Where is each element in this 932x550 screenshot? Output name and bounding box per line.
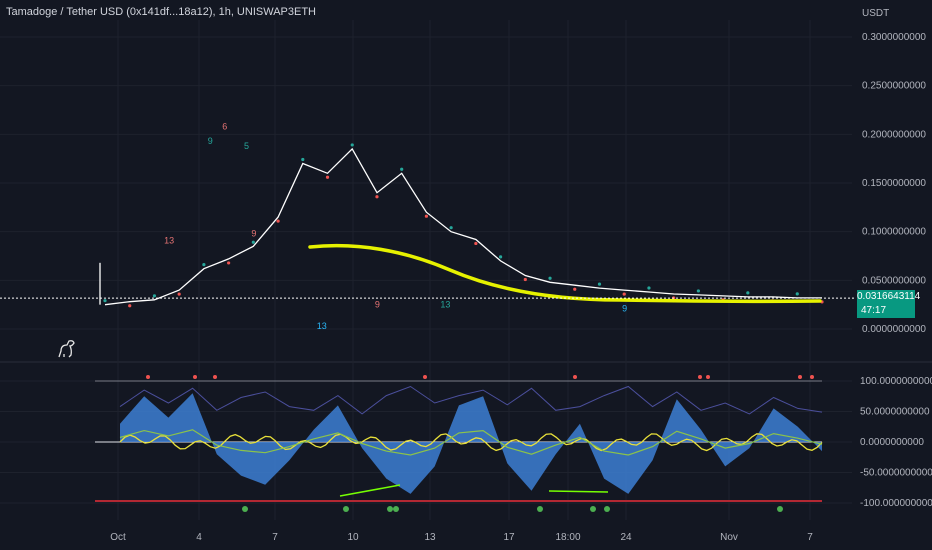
oversold-dot xyxy=(604,506,610,512)
oversold-dot xyxy=(537,506,543,512)
divergence-line xyxy=(339,484,401,497)
price-point xyxy=(597,282,602,286)
osc-tick-label: 100.0000000000 xyxy=(860,376,932,387)
overbought-dot xyxy=(798,375,802,379)
price-point xyxy=(202,263,206,267)
price-tick-label: 0.2000000000 xyxy=(862,129,926,140)
time-tick-label: 7 xyxy=(272,532,278,543)
count-annotation: 5 xyxy=(244,141,249,151)
price-point xyxy=(523,277,527,282)
oversold-dot xyxy=(777,506,783,512)
count-annotation: 6 xyxy=(222,121,227,131)
price-tick-label: 0.1000000000 xyxy=(862,227,926,238)
overbought-dot xyxy=(573,375,577,379)
count-annotation: 13 xyxy=(440,300,450,310)
osc-tick-label: -100.0000000000 xyxy=(860,498,932,509)
divergence-line xyxy=(548,490,609,493)
price-point xyxy=(474,241,478,246)
price-point xyxy=(251,240,255,244)
price-tick-label: 0.0500000000 xyxy=(862,275,926,286)
price-point xyxy=(622,292,626,296)
osc-tick-label: -50.0000000000 xyxy=(860,468,932,479)
osc-tick-label: 0.0000000000 xyxy=(860,437,924,448)
overbought-dot xyxy=(810,375,814,379)
price-point xyxy=(128,304,132,308)
time-tick-label: 7 xyxy=(807,532,813,543)
count-annotation: 9 xyxy=(251,229,256,239)
price-point xyxy=(375,195,379,199)
oversold-dot xyxy=(590,506,596,512)
trend-drawing xyxy=(308,243,822,304)
price-point xyxy=(548,276,552,280)
overbought-dot xyxy=(193,375,197,379)
dino-logo-icon xyxy=(58,340,75,358)
time-tick-label: 4 xyxy=(196,532,202,543)
price-point xyxy=(227,261,231,265)
price-tick-label: 0.2500000000 xyxy=(862,81,926,92)
overbought-dot xyxy=(698,375,702,379)
price-axis: 0.3000000000 0.2500000000 0.2000000000 0.15… xyxy=(860,32,932,509)
overbought-dot xyxy=(423,375,427,379)
price-point xyxy=(746,291,750,295)
price-point xyxy=(177,292,181,296)
price-point xyxy=(400,167,404,171)
bar-countdown: 47:17 xyxy=(857,304,915,318)
symbol-title[interactable]: Tamadoge / Tether USD (0x141df...18a12),… xyxy=(6,6,316,18)
osc-tick-label: 50.0000000000 xyxy=(860,407,930,418)
price-point xyxy=(449,226,453,230)
price-pane: 139659139 13 9 xyxy=(0,121,855,331)
time-axis: Oct 4 7 10 13 17 18:00 24 Nov 7 xyxy=(110,532,813,543)
time-tick-label: 17 xyxy=(503,532,515,543)
price-point xyxy=(696,289,700,293)
oversold-dot xyxy=(242,506,248,512)
price-point xyxy=(325,175,330,179)
overbought-dot xyxy=(706,375,710,379)
time-tick-label: 18:00 xyxy=(555,532,580,543)
last-price-label: 0.0316643114 xyxy=(857,290,921,304)
price-tick-label: 0.0000000000 xyxy=(862,324,926,335)
price-point xyxy=(152,294,157,298)
oversold-dot xyxy=(343,506,349,512)
chart-canvas: 139659139 13 9 0.30000000000.25000000000.2… xyxy=(0,20,932,543)
price-point xyxy=(573,287,577,291)
price-point xyxy=(103,299,107,303)
time-tick-label: Oct xyxy=(110,532,126,543)
price-point xyxy=(647,286,651,290)
price-point xyxy=(424,214,429,218)
price-tick-label: 0.3000000000 xyxy=(862,32,926,43)
price-point xyxy=(301,157,305,162)
grid-lines xyxy=(0,20,932,520)
currency-label: USDT xyxy=(862,8,890,19)
oversold-dot xyxy=(387,506,393,512)
count-annotation: 9 xyxy=(375,300,380,310)
count-annotation: 9 xyxy=(622,303,627,313)
price-point xyxy=(498,255,503,259)
time-tick-label: 10 xyxy=(347,532,359,543)
price-point xyxy=(350,143,354,147)
overbought-dot xyxy=(146,375,150,379)
price-point xyxy=(276,219,280,223)
overbought-dot xyxy=(213,375,217,379)
oscillator-pane xyxy=(95,375,823,512)
price-point xyxy=(795,292,799,296)
oversold-dot xyxy=(393,506,399,512)
count-annotation: 13 xyxy=(164,235,174,245)
count-annotation: 13 xyxy=(317,321,327,331)
time-tick-label: Nov xyxy=(720,532,738,543)
count-annotation: 9 xyxy=(208,136,213,146)
time-tick-label: 24 xyxy=(620,532,632,543)
price-line xyxy=(104,147,822,306)
price-tick-label: 0.1500000000 xyxy=(862,178,926,189)
time-tick-label: 13 xyxy=(424,532,436,543)
